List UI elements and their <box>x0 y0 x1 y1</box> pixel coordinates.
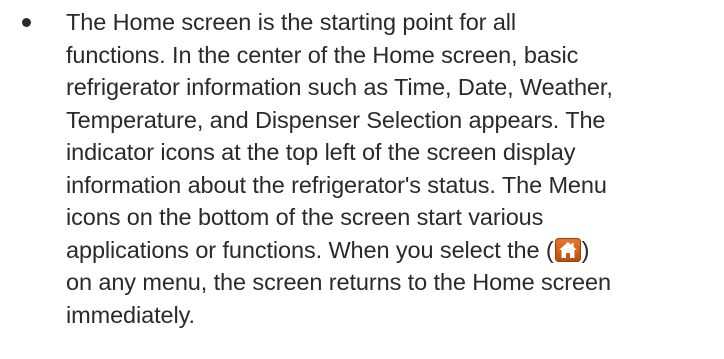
text-line: The Home screen is the starting point fo… <box>66 9 517 35</box>
home-icon <box>554 237 581 262</box>
text-line: icons on the bottom of the screen start … <box>66 204 544 230</box>
paragraph: The Home screen is the starting point fo… <box>66 6 716 331</box>
text-line: information about the refrigerator's sta… <box>66 171 607 198</box>
text-line: indicator icons at the top left of the s… <box>66 139 576 165</box>
bullet-point <box>22 18 31 27</box>
text-line: immediately. <box>66 301 195 328</box>
text-line: functions. In the center of the Home scr… <box>66 41 579 68</box>
text-segment: ) <box>581 236 590 263</box>
text-line-with-icon: applications or functions. When you sele… <box>66 234 716 267</box>
text-line: refrigerator information such as Time, D… <box>66 74 613 100</box>
document-page: The Home screen is the starting point fo… <box>0 0 724 359</box>
text-line: Temperature, and Dispenser Selection app… <box>66 106 606 133</box>
text-segment: applications or functions. When you sele… <box>66 236 554 263</box>
text-line: on any menu, the screen returns to the H… <box>66 269 611 295</box>
